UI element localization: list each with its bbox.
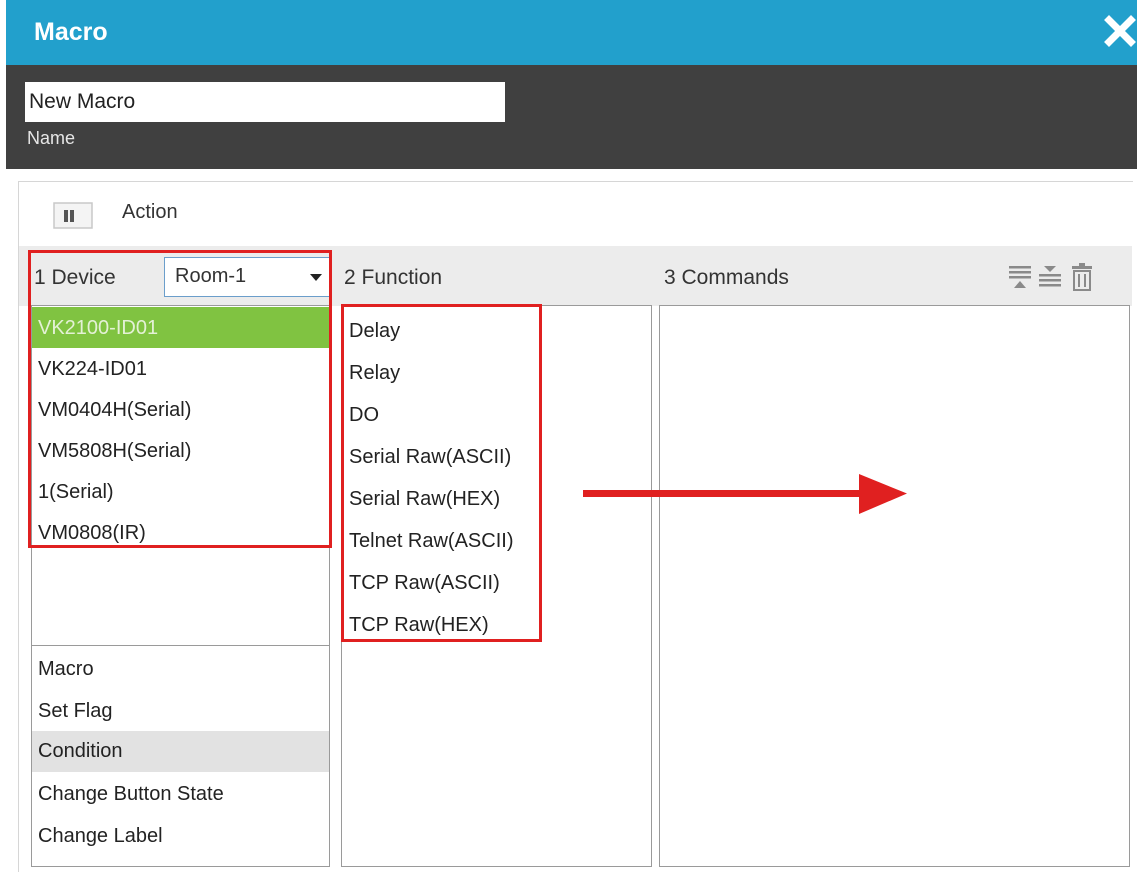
action-item-label: Macro <box>38 658 94 680</box>
commands-column-header: 3 Commands <box>664 266 789 289</box>
function-item-telnet-raw-ascii[interactable]: Telnet Raw(ASCII) <box>349 530 514 553</box>
device-item-1-serial[interactable]: 1(Serial) <box>32 471 329 512</box>
action-item-set-flag[interactable]: Set Flag <box>32 691 329 732</box>
function-item-tcp-raw-hex[interactable]: TCP Raw(HEX) <box>349 614 489 637</box>
trash-icon[interactable] <box>1068 262 1096 292</box>
action-item-label: Condition <box>38 740 123 762</box>
annotation-arrow-icon <box>583 474 907 514</box>
action-item-change-label[interactable]: Change Label <box>32 816 329 857</box>
function-item-do[interactable]: DO <box>349 404 379 427</box>
insert-command-icon[interactable] <box>1006 262 1034 292</box>
title-bar <box>6 0 1137 65</box>
action-list-divider <box>31 645 330 646</box>
macro-name-input[interactable] <box>25 82 505 122</box>
window-title: Macro <box>34 18 108 46</box>
function-item-relay[interactable]: Relay <box>349 362 400 385</box>
device-item-label: 1(Serial) <box>38 481 114 503</box>
close-icon[interactable] <box>1103 14 1137 50</box>
function-item-serial-raw-ascii[interactable]: Serial Raw(ASCII) <box>349 446 511 469</box>
commands-list <box>659 305 1130 867</box>
device-item-label: VM5808H(Serial) <box>38 440 192 462</box>
action-item-label: Change Button State <box>38 783 224 805</box>
panel-toggle-icon[interactable] <box>53 202 93 229</box>
device-item-vm0404h-serial[interactable]: VM0404H(Serial) <box>32 389 329 430</box>
device-item-label: VM0404H(Serial) <box>38 399 192 421</box>
action-item-change-button-state[interactable]: Change Button State <box>32 774 329 815</box>
add-command-icon[interactable] <box>1036 262 1064 292</box>
device-item-vk224-id01[interactable]: VK224-ID01 <box>32 348 329 389</box>
function-column-header: 2 Function <box>344 266 443 289</box>
chevron-down-icon <box>310 274 322 281</box>
device-item-label: VK224-ID01 <box>38 358 147 380</box>
name-field-label: Name <box>27 128 76 148</box>
action-item-label: Set Flag <box>38 700 113 722</box>
device-item-vm5808h-serial[interactable]: VM5808H(Serial) <box>32 430 329 471</box>
device-item-vk2100-id01[interactable]: VK2100-ID01 <box>32 307 329 348</box>
device-item-vm0808-ir[interactable]: VM0808(IR) <box>32 512 329 553</box>
action-item-condition[interactable]: Condition <box>32 731 329 772</box>
function-item-serial-raw-hex[interactable]: Serial Raw(HEX) <box>349 488 500 511</box>
device-column-header: 1 Device <box>34 266 116 289</box>
action-item-macro[interactable]: Macro <box>32 649 329 690</box>
room-select-value: Room-1 <box>175 265 247 287</box>
room-select[interactable]: Room-1 <box>164 257 332 297</box>
function-item-tcp-raw-ascii[interactable]: TCP Raw(ASCII) <box>349 572 500 595</box>
device-item-label: VM0808(IR) <box>38 522 146 544</box>
device-item-label: VK2100-ID01 <box>38 317 159 339</box>
action-item-label: Change Label <box>38 825 163 847</box>
function-item-delay[interactable]: Delay <box>349 320 400 343</box>
action-label: Action <box>122 201 178 223</box>
